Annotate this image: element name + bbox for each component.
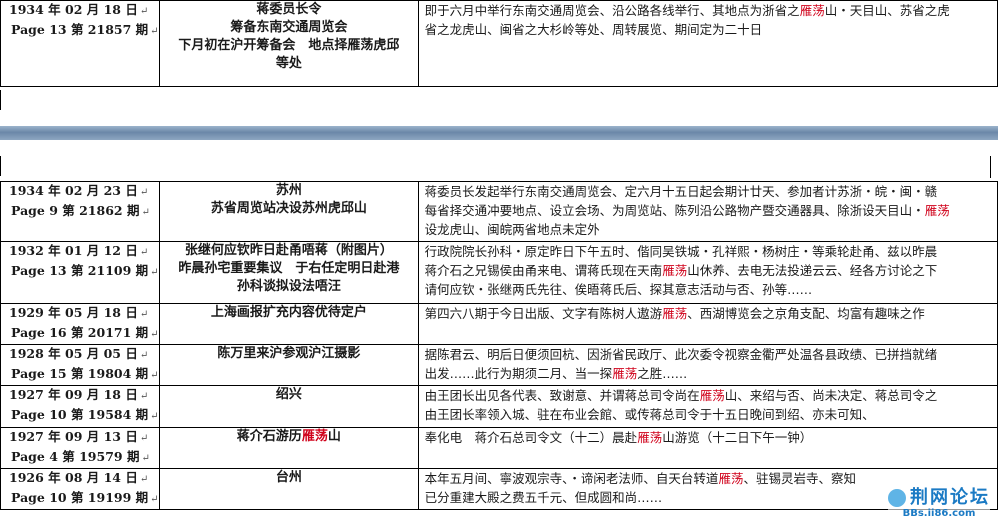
excerpt-line: 奉化电 蒋介石总司令文（十二）晨赴雁荡山游览（十二日下午一钟） (424, 430, 813, 445)
table-row: 1934 年 02 月 23 日 ↵ Page 9 第 21862 期 ↵ 苏州苏省周览… (0, 181, 998, 242)
watermark-url: BBs.ii86.com (902, 508, 976, 519)
headline-line: 苏省周览站决设苏州虎邱山 (210, 201, 367, 216)
table-row: 1927 年 09 月 13 日 ↵ Page 4 第 19579 期 ↵ 蒋介石游历雁… (0, 427, 998, 469)
headline-line: 蒋委员长令 (256, 2, 322, 17)
excerpt-line: 据陈君云、明后日便须回杭、因浙省民政厅、此次委令视察金衢严处温各县政绩、已拼挡就… (424, 347, 938, 362)
forum-watermark: 荆网论坛 BBs.ii86.com (888, 488, 990, 520)
date-cell: 1928 年 05 月 05 日 ↵ Page 15 第 19804 期 ↵ (0, 344, 160, 386)
watermark-logo-icon (888, 489, 906, 507)
headline-line: 陈万里来沪参观沪江摄影 (217, 346, 361, 361)
issue-date: 1927 年 09 月 18 日 ↵ (9, 387, 149, 402)
headline-line: 绍兴 (275, 387, 302, 402)
date-cell: 1934 年 02 月 23 日 ↵ Page 9 第 21862 期 ↵ (0, 181, 160, 242)
excerpt-cell: 据陈君云、明后日便须回杭、因浙省民政厅、此次委令视察金衢严处温各县政绩、已拼挡就… (417, 344, 998, 386)
highlight-term: 雁荡 (718, 471, 744, 486)
page-break-line (0, 86, 998, 87)
table-row: 1929 年 05 月 18 日 ↵ Page 16 第 20171 期 ↵ 上海画报扩… (0, 303, 998, 345)
page-issue: Page 10 第 19199 期 ↵ (11, 490, 159, 505)
highlight-term: 雁荡 (612, 366, 638, 381)
highlight-term: 雁荡 (662, 306, 688, 321)
highlight-term: 雁荡 (924, 203, 950, 218)
headline-line: 台州 (275, 470, 302, 485)
date-cell: 1926 年 08 月 14 日 ↵ Page 10 第 19199 期 ↵ (0, 468, 160, 510)
issue-date: 1929 年 05 月 18 日 ↵ (9, 305, 149, 320)
headline-cell: 蒋介石游历雁荡山 (158, 427, 419, 469)
issue-date: 1927 年 09 月 13 日 ↵ (9, 429, 149, 444)
highlight-term: 雁荡 (301, 429, 328, 444)
table-row: 1934 年 02 月 18 日 ↵ Page 13 第 21857 期 ↵ 蒋委员长令… (0, 0, 998, 87)
excerpt-line: 每省择交通冲要地点、设立会场、为周览站、陈列沿公路物产暨交通器具、除浙设天目山・… (424, 203, 950, 218)
table-row: 1928 年 05 月 05 日 ↵ Page 15 第 19804 期 ↵ 陈万里来沪… (0, 344, 998, 386)
newspaper-records-table: 1934 年 02 月 23 日 ↵ Page 9 第 21862 期 ↵ 苏州苏省周览… (0, 181, 998, 510)
headline-cell: 绍兴 (158, 385, 419, 428)
excerpt-line: 由王团长率领入城、驻在布业会館、或传蒋总司令于十五日晚间到绍、亦未可知、 (424, 407, 875, 422)
headline-line: 上海画报扩充内容优待定户 (210, 305, 367, 320)
date-cell: 1929 年 05 月 18 日 ↵ Page 16 第 20171 期 ↵ (0, 303, 160, 345)
headline-cell: 蒋委员长令筹备东南交通周览会下月初在沪开筹备会 地点择雁荡虎邱 等处 (158, 0, 419, 87)
excerpt-line: 出发……此行为期须二月、当一探雁荡之胜…… (424, 366, 688, 381)
headline-cell: 上海画报扩充内容优待定户 (158, 303, 419, 345)
headline-cell: 台州 (158, 468, 419, 510)
excerpt-line: 本年五月间、寧波观宗寺、・谛闲老法师、自天台转道雁荡、驻锡灵岩寺、察知 (424, 471, 856, 486)
headline-cell: 陈万里来沪参观沪江摄影 (158, 344, 419, 386)
date-cell: 1927 年 09 月 18 日 ↵ Page 10 第 19584 期 ↵ (0, 385, 160, 428)
margin-mark (0, 90, 4, 110)
date-cell: 1932 年 01 月 12 日 ↵ Page 13 第 21109 期 ↵ (0, 241, 160, 304)
excerpt-line: 由王团长出见各代表、致谢意、并谓蒋总司令尚在雁荡山、来绍与否、尚未决定、蒋总司令… (424, 388, 938, 403)
excerpt-cell: 由王团长出见各代表、致谢意、并谓蒋总司令尚在雁荡山、来绍与否、尚未决定、蒋总司令… (417, 385, 998, 428)
headline-line: 苏州 (275, 183, 302, 198)
page-issue: Page 13 第 21857 期 ↵ (11, 22, 159, 37)
excerpt-line: 即于六月中举行东南交通周览会、沿公路各线举行、其地点为浙省之雁荡山・天目山、苏省… (424, 3, 950, 18)
excerpt-cell: 第四六八期于今日出版、文字有陈树人遨游雁荡、西湖博览会之京角支配、均富有趣味之作 (417, 303, 998, 345)
highlight-term: 雁荡 (662, 263, 688, 278)
issue-date: 1934 年 02 月 18 日 ↵ (9, 2, 149, 17)
top-record-table: 1934 年 02 月 18 日 ↵ Page 13 第 21857 期 ↵ 蒋委员长令… (0, 0, 998, 87)
headline-cell: 苏州苏省周览站决设苏州虎邱山 (158, 181, 419, 242)
excerpt-line: 省之龙虎山、闽省之大杉岭等处、周转展览、期间定为二十日 (424, 22, 763, 37)
headline-line: 蒋介石游历雁荡山 (236, 429, 341, 444)
margin-mark (0, 156, 4, 176)
headline-line: 昨晨孙宅重要集议 于右任定明日赴港 (178, 261, 400, 276)
issue-date: 1932 年 01 月 12 日 ↵ (9, 243, 149, 258)
margin-mark (990, 156, 991, 178)
excerpt-cell: 奉化电 蒋介石总司令文（十二）晨赴雁荡山游览（十二日下午一钟） (417, 427, 998, 469)
table-row: 1927 年 09 月 18 日 ↵ Page 10 第 19584 期 ↵ 绍兴 由王团… (0, 385, 998, 428)
excerpt-line: 蒋介石之兄锡侯由甬来电、谓蒋氏现在天南雁荡山休养、去电无法投递云云、经各方讨论之… (424, 263, 938, 278)
excerpt-line: 第四六八期于今日出版、文字有陈树人遨游雁荡、西湖博览会之京角支配、均富有趣味之作 (424, 306, 925, 321)
highlight-term: 雁荡 (699, 388, 725, 403)
page-issue: Page 16 第 20171 期 ↵ (11, 325, 159, 340)
page-issue: Page 10 第 19584 期 ↵ (11, 407, 159, 422)
issue-date: 1934 年 02 月 23 日 ↵ (9, 183, 149, 198)
page-issue: Page 9 第 21862 期 ↵ (11, 203, 150, 218)
headline-line: 孙科谈拟设法唔汪 (236, 279, 341, 294)
excerpt-line: 蒋委员长发起举行东南交通周览会、定六月十五日起会期计廿天、参加者计苏浙・皖・闽・… (424, 184, 938, 199)
excerpt-cell: 蒋委员长发起举行东南交通周览会、定六月十五日起会期计廿天、参加者计苏浙・皖・闽・… (417, 181, 998, 242)
headline-line: 下月初在沪开筹备会 地点择雁荡虎邱 (178, 38, 400, 53)
table-row: 1926 年 08 月 14 日 ↵ Page 10 第 19199 期 ↵ 台州 本年五… (0, 468, 998, 510)
excerpt-line: 设龙虎山、闽皖两省地点未定外 (424, 222, 600, 237)
headline-line: 筹备东南交通周览会 (230, 20, 348, 35)
watermark-title: 荆网论坛 (888, 488, 990, 508)
excerpt-line: 请何应钦・张继两氏先往、俟晤蒋氏后、探其意志活动与否、孙等…… (424, 282, 813, 297)
excerpt-cell: 即于六月中举行东南交通周览会、沿公路各线举行、其地点为浙省之雁荡山・天目山、苏省… (417, 0, 998, 87)
headline-line: 张继何应钦昨日赴甬唔蒋（附图片） (184, 243, 393, 258)
headline-cell: 张继何应钦昨日赴甬唔蒋（附图片） 昨晨孙宅重要集议 于右任定明日赴港 孙科谈拟设法唔… (158, 241, 419, 304)
table-row: 1932 年 01 月 12 日 ↵ Page 13 第 21109 期 ↵ 张继何应钦… (0, 241, 998, 304)
page-issue: Page 13 第 21109 期 ↵ (11, 263, 159, 278)
highlight-term: 雁荡 (637, 430, 663, 445)
highlight-term: 雁荡 (799, 3, 825, 18)
date-cell: 1934 年 02 月 18 日 ↵ Page 13 第 21857 期 ↵ (0, 0, 160, 87)
date-cell: 1927 年 09 月 13 日 ↵ Page 4 第 19579 期 ↵ (0, 427, 160, 469)
document-section-divider (0, 126, 998, 140)
excerpt-cell: 行政院院长孙科・原定昨日下午五时、偕同吴铁城・孔祥熙・杨树庄・等乘轮赴甬、兹以昨… (417, 241, 998, 304)
page-issue: Page 15 第 19804 期 ↵ (11, 366, 159, 381)
page-issue: Page 4 第 19579 期 ↵ (11, 449, 150, 464)
issue-date: 1928 年 05 月 05 日 ↵ (9, 346, 149, 361)
issue-date: 1926 年 08 月 14 日 ↵ (9, 470, 149, 485)
headline-line: 等处 (275, 56, 302, 71)
excerpt-line: 行政院院长孙科・原定昨日下午五时、偕同吴铁城・孔祥熙・杨树庄・等乘轮赴甬、兹以昨… (424, 244, 938, 259)
